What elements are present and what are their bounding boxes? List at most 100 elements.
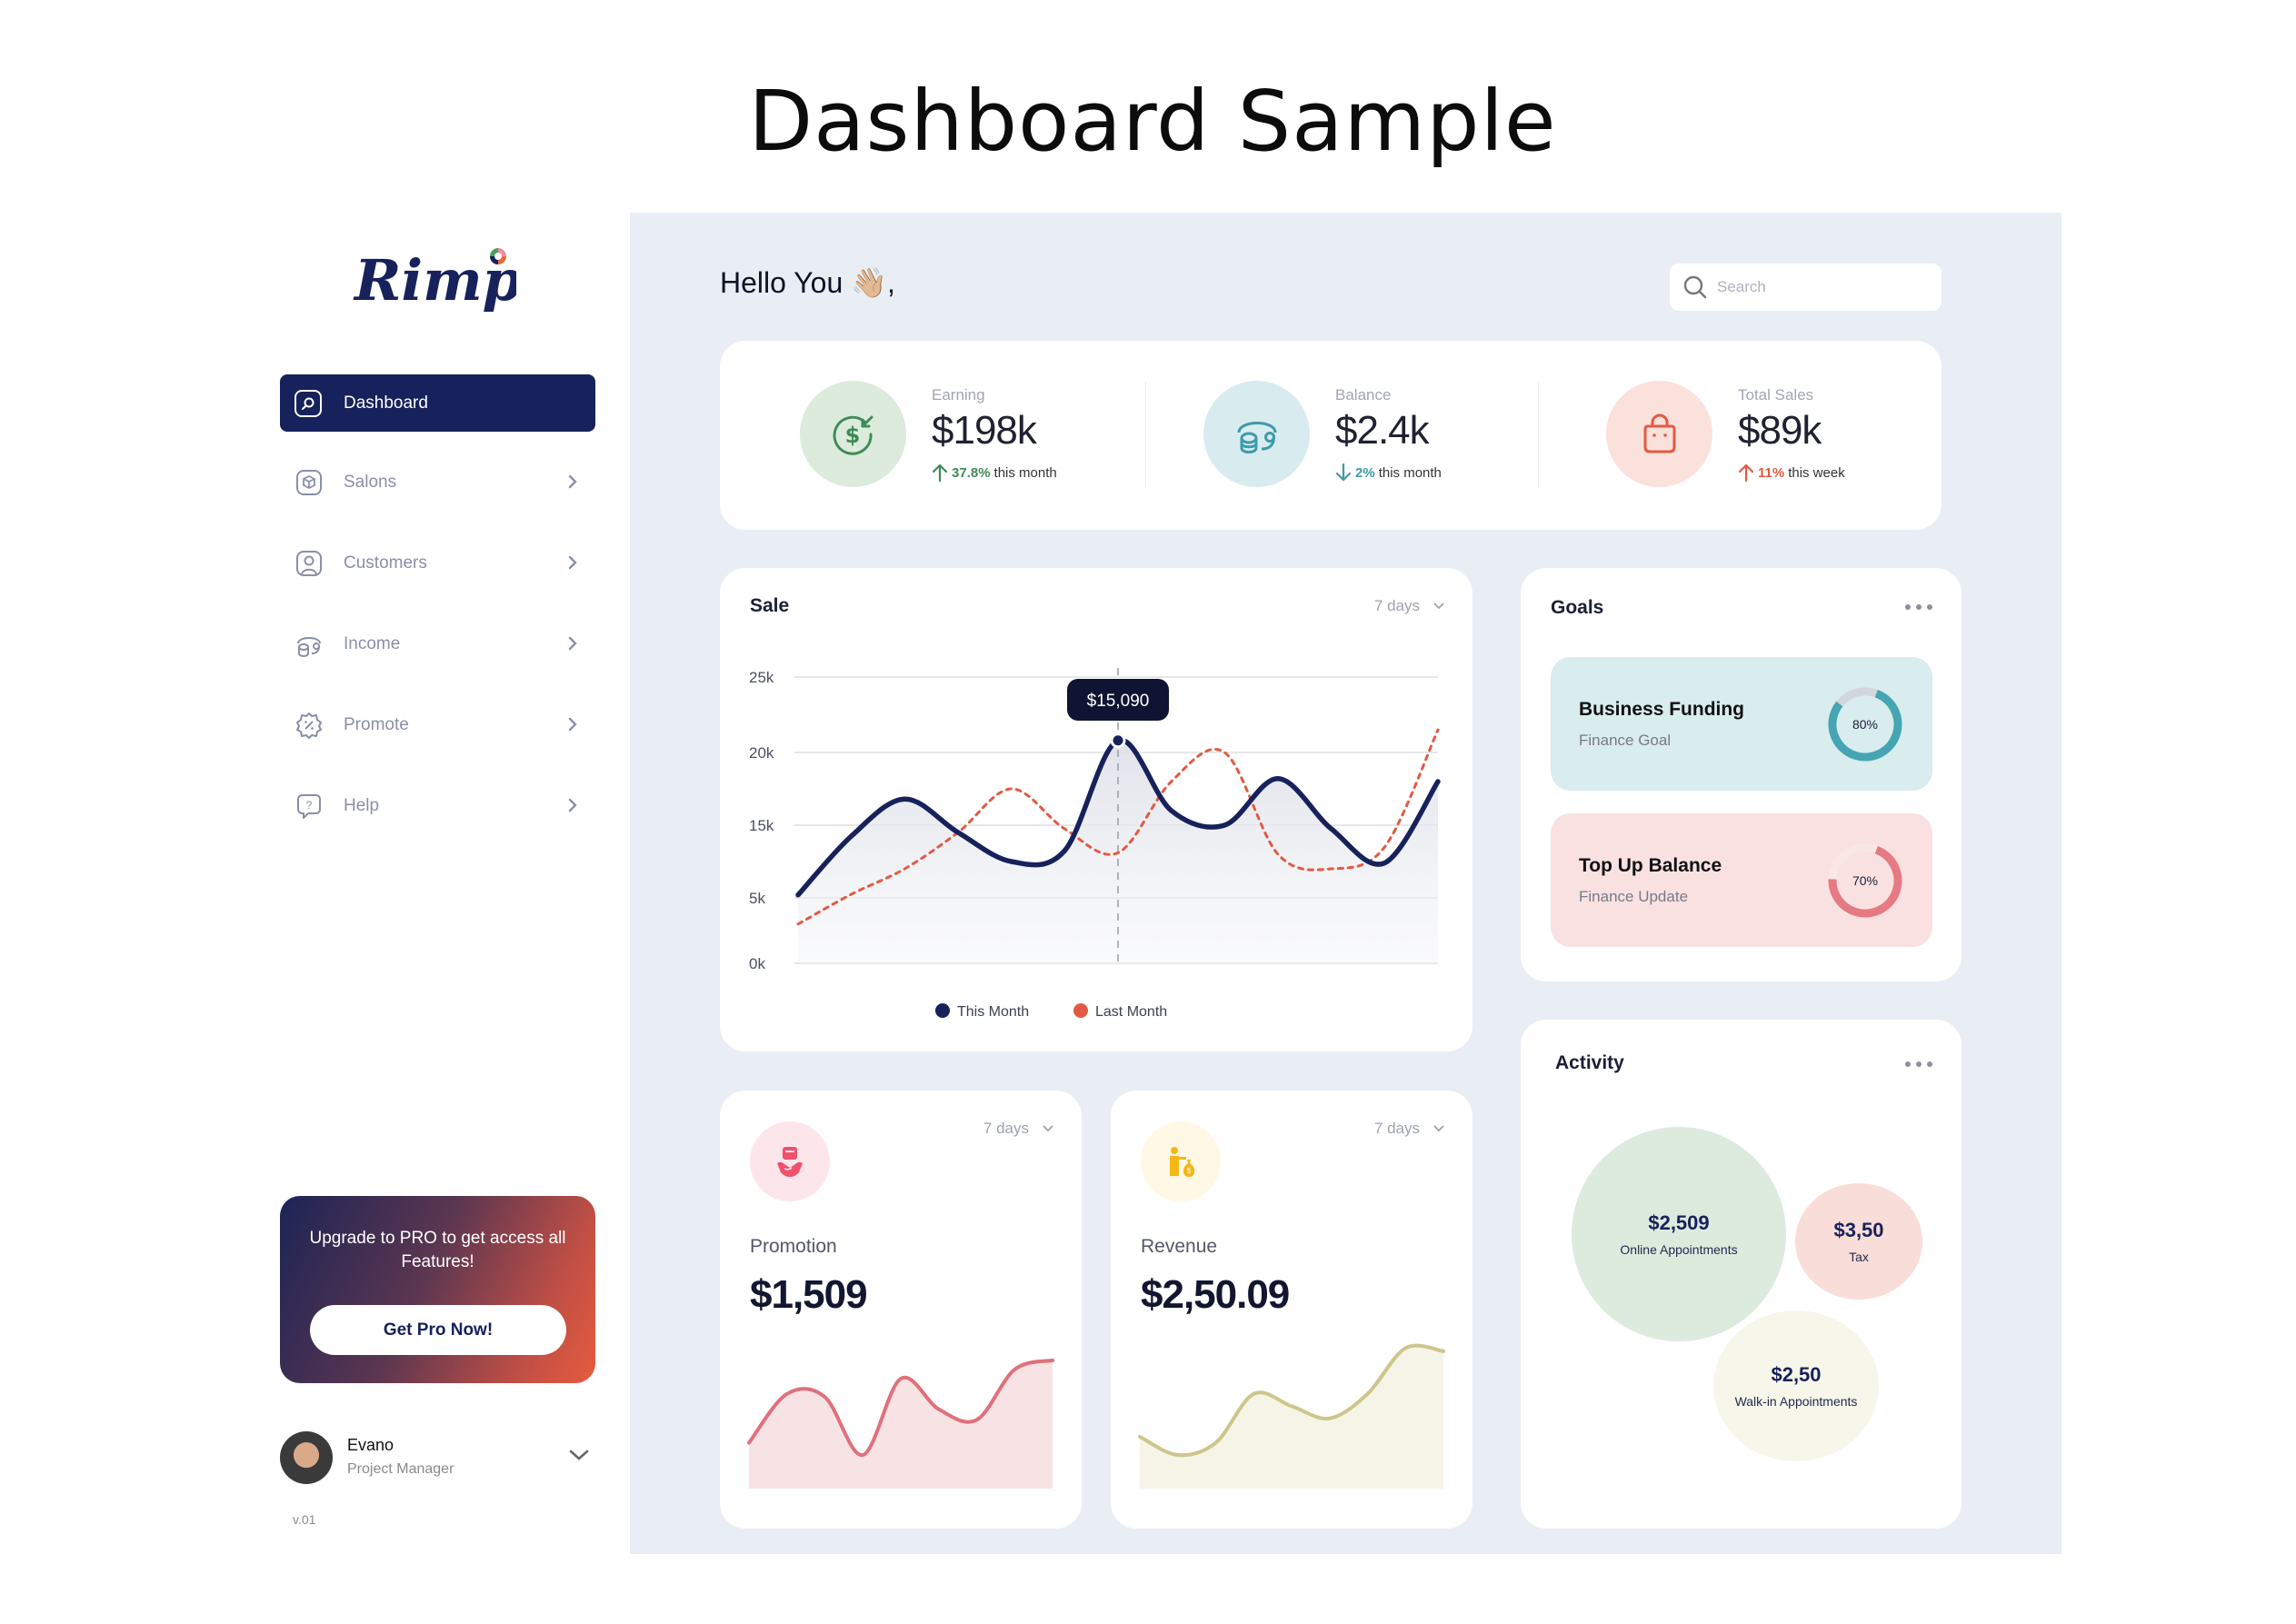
stats-card: $ Earning $198k 37.8% this month Balance… bbox=[720, 341, 1942, 530]
svg-text:$: $ bbox=[844, 423, 860, 448]
activity-title: Activity bbox=[1555, 1052, 1624, 1073]
goals-title: Goals bbox=[1551, 597, 1604, 618]
shopping-bag-icon bbox=[1643, 413, 1675, 453]
svg-text:?: ? bbox=[306, 799, 313, 812]
legend-label: Last Month bbox=[1095, 1004, 1167, 1020]
stat-delta-pct: 37.8% bbox=[952, 464, 991, 481]
stat-delta: 37.8% this month bbox=[932, 463, 1057, 483]
bubble-label: Online Appointments bbox=[1620, 1242, 1738, 1257]
stat-value: $2.4k bbox=[1335, 408, 1430, 453]
chevron-down-icon[interactable] bbox=[567, 1447, 591, 1463]
get-pro-button[interactable]: Get Pro Now! bbox=[310, 1305, 566, 1355]
revenue-range-dropdown[interactable]: 7 days bbox=[1374, 1120, 1445, 1138]
sidebar-item-salons[interactable]: Salons bbox=[280, 460, 595, 505]
sidebar-item-label: Customers bbox=[344, 553, 427, 573]
app-version: v.01 bbox=[293, 1512, 316, 1527]
dashboard-key-icon bbox=[294, 389, 322, 417]
dollar-receive-icon: $ bbox=[833, 415, 873, 455]
sidebar-item-customers[interactable]: Customers bbox=[280, 541, 595, 586]
goal-percent: 80% bbox=[1852, 717, 1878, 732]
bubble-walk-in-appointments[interactable]: $2,50 Walk-in Appointments bbox=[1713, 1310, 1879, 1461]
revenue-icon-circle: $ bbox=[1141, 1121, 1221, 1201]
stat-value: $198k bbox=[932, 408, 1037, 453]
sidebar-item-dashboard[interactable]: Dashboard bbox=[280, 374, 595, 432]
goal-subtitle: Finance Update bbox=[1579, 888, 1689, 905]
sidebar-item-label: Promote bbox=[344, 715, 409, 734]
more-options-icon[interactable] bbox=[1905, 604, 1932, 610]
y-tick-label: 5k bbox=[749, 890, 765, 907]
sidebar-item-label: Salons bbox=[344, 473, 397, 492]
chevron-right-icon bbox=[568, 555, 577, 570]
arrow-down-icon bbox=[1335, 463, 1352, 482]
goal-subtitle: Finance Goal bbox=[1579, 732, 1672, 749]
stat-delta-pct: 11% bbox=[1758, 464, 1785, 481]
range-label: 7 days bbox=[983, 1120, 1029, 1137]
sale-range-dropdown[interactable]: 7 days bbox=[1374, 597, 1445, 615]
search-icon bbox=[1683, 275, 1707, 299]
promotion-sparkline bbox=[747, 1358, 1054, 1489]
chevron-right-icon bbox=[568, 636, 577, 651]
user-square-icon bbox=[294, 549, 324, 578]
chevron-down-icon bbox=[1043, 1125, 1053, 1132]
earning-icon-circle: $ bbox=[800, 381, 906, 487]
bubble-online-appointments[interactable]: $2,509 Online Appointments bbox=[1572, 1127, 1786, 1341]
sidebar-item-income[interactable]: Income bbox=[280, 622, 595, 667]
profile-name: Evano bbox=[347, 1436, 394, 1454]
goals-card: Goals Business Funding Finance Goal 80% … bbox=[1521, 568, 1962, 981]
sidebar-item-help[interactable]: ? Help bbox=[280, 783, 595, 829]
search-input[interactable] bbox=[1717, 278, 1917, 296]
goal-title: Top Up Balance bbox=[1579, 855, 1722, 876]
goal-business-funding[interactable]: Business Funding Finance Goal 80% bbox=[1551, 657, 1932, 791]
promotion-icon-circle bbox=[750, 1121, 830, 1201]
page-title: Dashboard Sample bbox=[748, 73, 1557, 170]
revenue-card: $ 7 days Revenue $2,50.09 bbox=[1111, 1091, 1472, 1529]
goal-top-up-balance[interactable]: Top Up Balance Finance Update 70% bbox=[1551, 813, 1932, 947]
activity-card: Activity $2,509 Online Appointments $3,5… bbox=[1521, 1020, 1962, 1529]
sales-icon-circle bbox=[1606, 381, 1712, 487]
sidebar-item-promote[interactable]: Promote bbox=[280, 702, 595, 748]
svg-text:$: $ bbox=[1187, 1167, 1192, 1175]
greeting: Hello You 👋🏼, bbox=[720, 266, 895, 299]
stat-label: Balance bbox=[1335, 386, 1392, 404]
chevron-right-icon bbox=[568, 474, 577, 489]
help-bubble-icon: ? bbox=[294, 792, 324, 821]
more-options-icon[interactable] bbox=[1905, 1061, 1932, 1067]
promotion-label: Promotion bbox=[750, 1236, 837, 1257]
gift-hand-icon bbox=[777, 1147, 803, 1177]
bubble-value: $3,50 bbox=[1833, 1219, 1884, 1241]
discount-badge-icon bbox=[294, 711, 324, 740]
promotion-range-dropdown[interactable]: 7 days bbox=[983, 1120, 1054, 1138]
businessman-moneybag-icon: $ bbox=[1170, 1147, 1195, 1177]
tooltip-value: $15,090 bbox=[1087, 692, 1150, 711]
divider bbox=[1538, 382, 1539, 489]
legend-marker bbox=[1073, 1003, 1088, 1018]
y-tick-label: 25k bbox=[749, 669, 774, 686]
highlight-point bbox=[1110, 732, 1126, 749]
sidebar-item-label: Dashboard bbox=[344, 393, 428, 413]
coins-icon bbox=[294, 630, 324, 659]
range-label: 7 days bbox=[1373, 1120, 1420, 1137]
legend-marker bbox=[935, 1003, 950, 1018]
avatar[interactable] bbox=[280, 1431, 333, 1484]
revenue-sparkline bbox=[1138, 1343, 1445, 1489]
coins-icon bbox=[1237, 421, 1276, 453]
y-tick-label: 15k bbox=[749, 817, 774, 834]
stat-delta: 2% this month bbox=[1335, 463, 1442, 483]
chevron-right-icon bbox=[568, 717, 577, 732]
stat-delta-pct: 2% bbox=[1355, 464, 1375, 481]
search-box[interactable] bbox=[1670, 264, 1942, 311]
bubble-value: $2,50 bbox=[1771, 1363, 1822, 1386]
rimpi-logo[interactable]: Rimpi bbox=[353, 244, 516, 325]
sparkline-area bbox=[1140, 1345, 1443, 1489]
stat-delta-period: this week bbox=[1788, 464, 1845, 481]
promo-text: Upgrade to PRO to get access all Feature… bbox=[309, 1229, 566, 1271]
sale-chart-card: 0k 5k 15k 20k 25k $15,090 This Month Last Month… bbox=[720, 568, 1472, 1051]
cube-icon bbox=[294, 468, 324, 497]
y-tick-label: 0k bbox=[749, 955, 765, 972]
bubble-value: $2,509 bbox=[1648, 1211, 1710, 1234]
bubble-tax[interactable]: $3,50 Tax bbox=[1795, 1183, 1922, 1300]
y-tick-label: 20k bbox=[749, 744, 774, 762]
goal-progress-ring: 70% bbox=[1828, 843, 1902, 918]
bubble-label: Walk-in Appointments bbox=[1734, 1394, 1858, 1409]
balance-icon-circle bbox=[1203, 381, 1310, 487]
